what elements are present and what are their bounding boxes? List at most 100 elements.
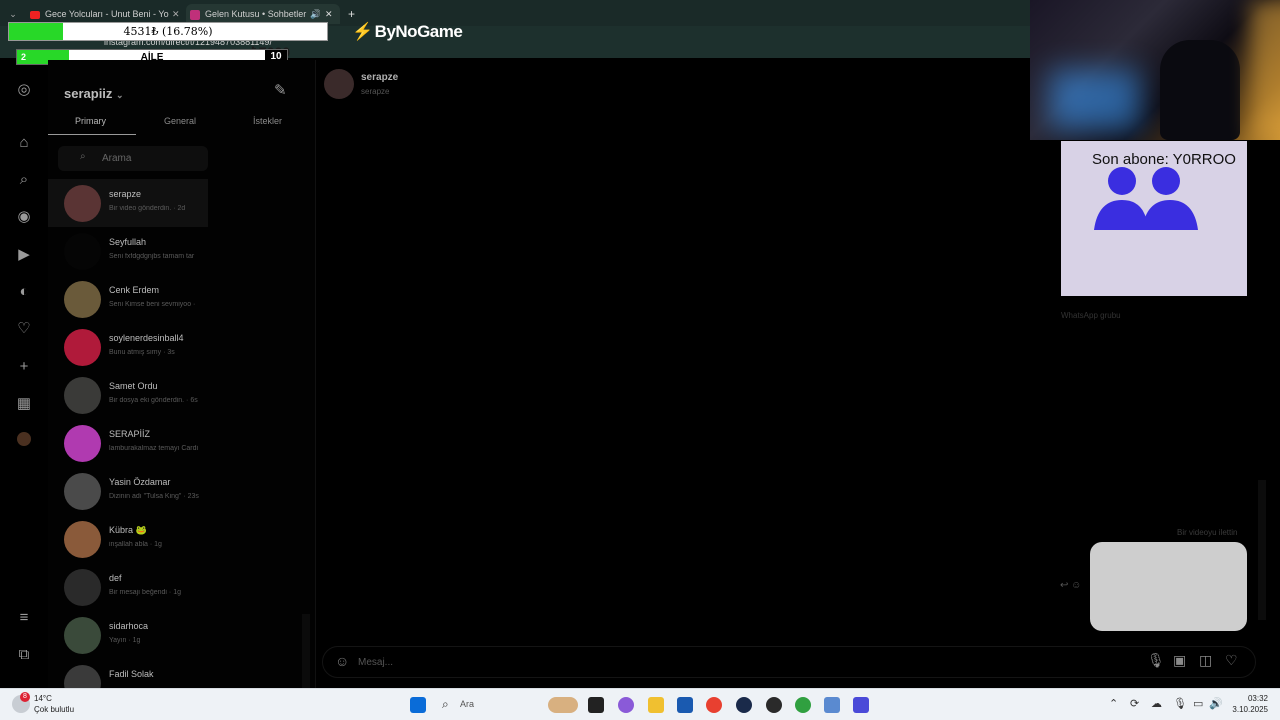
instagram-icon[interactable]: ◎	[14, 80, 34, 100]
close-icon[interactable]: ✕	[325, 4, 335, 24]
avatar	[64, 377, 101, 414]
conversation-name: sidarhoca	[109, 621, 149, 631]
conversation-item[interactable]: SERAPİİZ lamburakalmaz temayı Cardi	[48, 419, 208, 467]
video-message[interactable]	[1090, 542, 1247, 631]
chat-name[interactable]: serapze	[361, 72, 398, 83]
close-icon[interactable]: ✕	[172, 4, 182, 24]
conversation-preview: Seni Kimse beni sevmiyoo ·	[109, 301, 196, 308]
message-reply-icon[interactable]: ↩ ☺	[1060, 580, 1081, 591]
message-composer[interactable]: ☺ Mesaj... 🎙 ▣ ◫ ♡	[322, 646, 1256, 678]
menu-icon[interactable]: ≡	[14, 608, 34, 628]
conversation-item[interactable]: sidarhoca Yayın · 1g	[48, 611, 208, 659]
monitor-icon[interactable]: ▭	[1193, 697, 1203, 710]
weather-temp[interactable]: 14°C	[34, 694, 52, 703]
sync-icon[interactable]: ⟳	[1130, 697, 1139, 710]
app-icon[interactable]	[766, 697, 782, 713]
conversation-name: Yasin Özdamar	[109, 477, 171, 487]
start-icon[interactable]	[410, 697, 426, 713]
conversation-item[interactable]: soylenerdesinball4 Bunu atmış sımy · 3s	[48, 323, 208, 371]
tab-primary[interactable]: Primary	[75, 116, 106, 126]
store-icon[interactable]	[677, 697, 693, 713]
clock-time[interactable]: 03:32	[1226, 694, 1268, 703]
account-switcher[interactable]: serapiiz ⌄	[64, 86, 124, 101]
task-view-icon[interactable]	[588, 697, 604, 713]
copilot-icon[interactable]	[618, 697, 634, 713]
conversation-preview: lamburakalmaz temayı Cardi	[109, 445, 199, 452]
conversation-item[interactable]: Yasin Özdamar Dizinin adı "Tulsa King" · …	[48, 467, 208, 515]
avatar	[64, 185, 101, 222]
avatar	[64, 617, 101, 654]
notification-badge: 8	[20, 692, 30, 702]
conversation-item[interactable]: Seyfullah Seni fxfdgdgnjbs tamam tar	[48, 227, 208, 275]
steam-icon[interactable]	[736, 697, 752, 713]
tab-list-icon[interactable]: ⌄	[0, 4, 26, 24]
tab-youtube[interactable]: Gece Yolcuları - Unut Beni - Yo	[30, 4, 180, 24]
search-icon[interactable]: ⌕	[14, 170, 34, 190]
tab-general[interactable]: General	[164, 116, 196, 126]
sticker-icon[interactable]: ◫	[1199, 652, 1212, 669]
speaker-icon[interactable]: 🔊	[310, 4, 320, 24]
whatsapp-label[interactable]: WhatsApp grubu	[1061, 311, 1121, 320]
conversation-preview: Bunu atmış sımy · 3s	[109, 349, 175, 356]
obs-icon[interactable]	[853, 697, 869, 713]
mic-tray-icon[interactable]: 🎙	[1173, 697, 1187, 710]
windows-taskbar: 8 14°C Çok bulutlu ⌕ Ara ⌃ ⟳ ☁ 🎙 ▭ 🔊 03:…	[0, 688, 1280, 720]
create-icon[interactable]: +	[14, 357, 34, 377]
message-meta: Bir videoyu ilettin	[1177, 528, 1238, 537]
message-input[interactable]: Mesaj...	[358, 657, 393, 668]
conversation-name: SERAPİİZ	[109, 429, 151, 439]
chevron-up-icon[interactable]: ⌃	[1109, 697, 1118, 710]
conversation-preview: Bir video gönderdin. · 2d	[109, 205, 186, 212]
like-icon[interactable]: ♡	[1225, 652, 1238, 669]
chat-scrollbar[interactable]	[1258, 480, 1266, 620]
chrome-icon[interactable]	[706, 697, 722, 713]
conversation-preview: Dizinin adı "Tulsa King" · 23s	[109, 493, 199, 500]
conversation-item[interactable]: serapze Bir video gönderdin. · 2d	[48, 179, 208, 227]
chrome-profile-icon[interactable]	[795, 697, 811, 713]
dashboard-icon[interactable]: ▦	[14, 394, 34, 414]
search-icon: ⌕	[80, 151, 86, 162]
emoji-icon[interactable]: ☺	[335, 653, 349, 669]
taskbar-search[interactable]: ⌕ Ara	[436, 694, 536, 716]
home-icon[interactable]: ⌂	[14, 133, 34, 153]
search-input[interactable]: ⌕ Arama	[58, 146, 208, 171]
file-explorer-icon[interactable]	[648, 697, 664, 713]
conversation-preview: Seni fxfdgdgnjbs tamam tar	[109, 253, 195, 260]
mic-icon[interactable]: 🎙	[1147, 652, 1165, 669]
conversation-item[interactable]: def Bir mesajı beğendi · 1g	[48, 563, 208, 611]
conversation-item[interactable]: Kübra 🐸 inşallah abla · 1g	[48, 515, 208, 563]
tab-underline	[48, 134, 136, 135]
cloud-icon[interactable]: ☁	[1151, 697, 1162, 710]
conversation-item[interactable]: Cenk Erdem Seni Kimse beni sevmiyoo ·	[48, 275, 208, 323]
account-name: serapiiz	[64, 86, 113, 101]
tab-requests[interactable]: İstekler	[253, 116, 282, 126]
conversation-item[interactable]: Samet Ordu Bir dosya eki gönderdin. · 6s	[48, 371, 208, 419]
new-tab-button[interactable]: +	[348, 4, 358, 24]
heart-icon[interactable]: ♡	[14, 319, 34, 339]
conversation-name: Cenk Erdem	[109, 285, 160, 295]
messenger-icon[interactable]: ◐	[14, 282, 34, 302]
volume-icon[interactable]: 🔊	[1209, 697, 1223, 710]
settings-icon[interactable]	[824, 697, 840, 713]
explore-icon[interactable]: ◉	[14, 207, 34, 227]
more-icon[interactable]: ⧉	[14, 645, 34, 665]
search-placeholder: Arama	[102, 153, 132, 164]
conversation-preview: Bir dosya eki gönderdin. · 6s	[109, 397, 198, 404]
compose-icon[interactable]: ✎	[274, 81, 287, 99]
group-icon	[1094, 167, 1198, 230]
chat-avatar[interactable]	[324, 69, 354, 99]
sidebar-scrollbar[interactable]	[302, 614, 310, 688]
conversation-name: Fadil Solak	[109, 669, 154, 679]
clock-date[interactable]: 3.10.2025	[1222, 705, 1268, 714]
profile-icon[interactable]	[14, 432, 34, 452]
conversation-name: Samet Ordu	[109, 381, 158, 391]
conversation-name: def	[109, 573, 122, 583]
image-icon[interactable]: ▣	[1173, 652, 1186, 669]
avatar	[64, 281, 101, 318]
tab-title: Gelen Kutusu • Sohbetler	[205, 9, 307, 19]
weather-desc[interactable]: Çok bulutlu	[34, 705, 74, 714]
youtube-icon	[30, 10, 40, 19]
chat-username: serapze	[361, 87, 390, 96]
widget-icon[interactable]	[548, 697, 578, 713]
reels-icon[interactable]: ▶	[14, 245, 34, 265]
